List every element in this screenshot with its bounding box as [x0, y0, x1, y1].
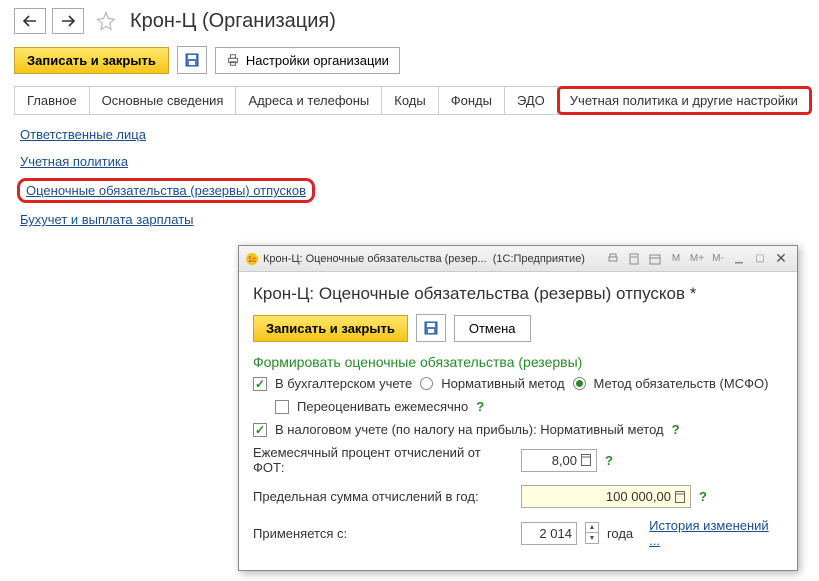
save-button[interactable]	[177, 46, 207, 74]
org-settings-button[interactable]: Настройки организации	[215, 47, 400, 74]
forward-button[interactable]	[52, 8, 84, 34]
checkbox-tax[interactable]	[253, 423, 267, 437]
radio-normative-label: Нормативный метод	[441, 376, 564, 391]
tb-close-button[interactable]: ✕	[771, 250, 791, 268]
year-input[interactable]: 2 014	[521, 522, 577, 545]
favorite-star-icon[interactable]	[96, 11, 116, 31]
checkbox-accounting[interactable]	[253, 377, 267, 391]
help-monthly-percent-icon[interactable]: ?	[605, 453, 613, 468]
calculator-icon	[674, 491, 686, 503]
link-policy[interactable]: Учетная политика	[20, 154, 799, 169]
tab-edo[interactable]: ЭДО	[505, 87, 558, 114]
tb-m-button[interactable]: M	[666, 250, 686, 268]
help-tax-icon[interactable]: ?	[672, 422, 680, 437]
monthly-percent-label: Ежемесячный процент отчислений от ФОТ:	[253, 445, 513, 475]
radio-normative[interactable]	[420, 377, 433, 390]
checkbox-revalue-monthly-label: Переоценивать ежемесячно	[297, 399, 468, 414]
tb-print-icon[interactable]	[603, 250, 623, 268]
tab-codes[interactable]: Коды	[382, 87, 438, 114]
tab-funds[interactable]: Фонды	[439, 87, 505, 114]
tb-maximize-button[interactable]: ▢	[750, 250, 770, 268]
link-responsible[interactable]: Ответственные лица	[20, 127, 799, 142]
dialog-cancel-button[interactable]: Отмена	[454, 315, 531, 342]
back-button[interactable]	[14, 8, 46, 34]
checkbox-accounting-label: В бухгалтерском учете	[275, 376, 412, 391]
section-label: Формировать оценочные обязательства (рез…	[253, 354, 783, 370]
annual-limit-label: Предельная сумма отчислений в год:	[253, 489, 513, 504]
svg-text:1c: 1c	[248, 255, 256, 264]
dialog-heading: Крон-Ц: Оценочные обязательства (резервы…	[253, 284, 783, 304]
page-title: Крон-Ц (Организация)	[130, 10, 336, 33]
tab-main[interactable]: Главное	[14, 87, 90, 114]
year-down[interactable]: ▼	[586, 533, 598, 543]
year-suffix: года	[607, 526, 633, 541]
year-up[interactable]: ▲	[586, 523, 598, 533]
dialog-vacation-reserves: 1c Крон-Ц: Оценочные обязательства (резе…	[238, 245, 798, 571]
radio-msfo-label: Метод обязательств (МСФО)	[594, 376, 769, 391]
annual-limit-input[interactable]: 100 000,00	[521, 485, 691, 508]
applies-from-label: Применяется с:	[253, 526, 513, 541]
dialog-save-button[interactable]	[416, 314, 446, 342]
dialog-titlebar[interactable]: 1c Крон-Ц: Оценочные обязательства (резе…	[239, 246, 797, 272]
tb-minimize-button[interactable]: ▁	[729, 250, 749, 268]
printer-icon	[226, 53, 240, 67]
checkbox-tax-label: В налоговом учете (по налогу на прибыль)…	[275, 422, 664, 437]
checkbox-revalue-monthly[interactable]	[275, 400, 289, 414]
tb-m-minus-button[interactable]: M-	[708, 250, 728, 268]
dialog-save-close-button[interactable]: Записать и закрыть	[253, 315, 408, 342]
radio-msfo[interactable]	[573, 377, 586, 390]
dialog-title: Крон-Ц: Оценочные обязательства (резер..…	[263, 253, 599, 265]
save-close-button[interactable]: Записать и закрыть	[14, 47, 169, 74]
calculator-icon	[580, 454, 592, 466]
tab-accounting-policy[interactable]: Учетная политика и другие настройки	[558, 87, 811, 114]
monthly-percent-input[interactable]: 8,00	[521, 449, 597, 472]
link-vacation-reserves[interactable]: Оценочные обязательства (резервы) отпуск…	[20, 181, 312, 200]
tabs: Главное Основные сведения Адреса и телеф…	[14, 86, 805, 115]
tab-basic[interactable]: Основные сведения	[90, 87, 237, 114]
link-payroll[interactable]: Бухучет и выплата зарплаты	[20, 212, 799, 227]
tab-addresses[interactable]: Адреса и телефоны	[236, 87, 382, 114]
year-stepper[interactable]: ▲▼	[585, 522, 599, 544]
tb-calendar-icon[interactable]	[645, 250, 665, 268]
help-annual-limit-icon[interactable]: ?	[699, 489, 707, 504]
tb-m-plus-button[interactable]: M+	[687, 250, 707, 268]
tb-calc-icon[interactable]	[624, 250, 644, 268]
app-1c-icon: 1c	[245, 252, 259, 266]
help-revalue-icon[interactable]: ?	[476, 399, 484, 414]
history-link[interactable]: История изменений ...	[649, 518, 783, 548]
